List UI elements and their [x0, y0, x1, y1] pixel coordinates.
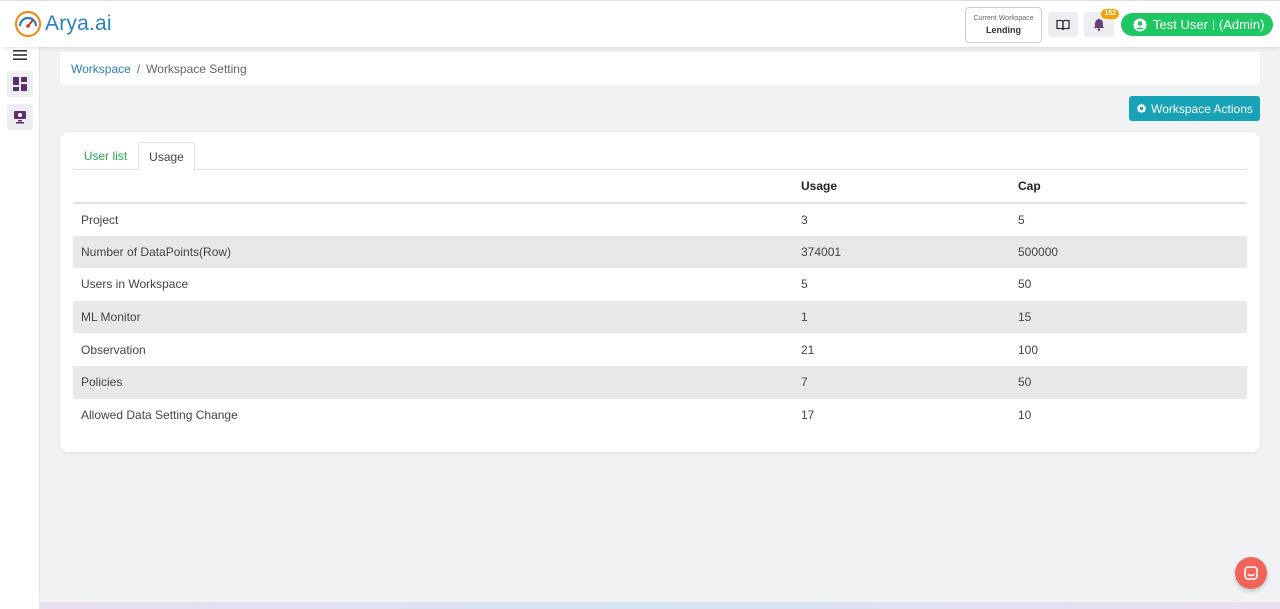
workspace-name: Lending — [986, 25, 1021, 35]
bell-icon — [1093, 19, 1105, 31]
column-header-name — [73, 170, 793, 204]
sidebar-toggle[interactable] — [11, 47, 29, 65]
breadcrumb-workspace-link[interactable]: Workspace — [71, 62, 131, 76]
row-usage: 374001 — [793, 235, 1010, 269]
table-row: Number of DataPoints(Row) 374001 500000 — [73, 235, 1247, 269]
row-name: Number of DataPoints(Row) — [73, 235, 793, 269]
workspace-actions-label: Workspace Actions — [1151, 101, 1253, 116]
hamburger-menu-icon — [13, 50, 27, 60]
tab-bar: User list Usage — [73, 142, 1247, 171]
user-menu-button[interactable]: Test User (Admin) — [1121, 13, 1273, 36]
row-usage: 1 — [793, 300, 1010, 334]
bottom-strip — [0, 602, 1280, 609]
row-usage: 7 — [793, 365, 1010, 399]
dashboard-icon — [13, 77, 27, 91]
row-name: Project — [81, 212, 119, 227]
table-row: Users in Workspace 5 50 — [73, 268, 1247, 301]
table-header-row: Usage Cap — [73, 170, 1247, 204]
tab-usage[interactable]: Usage — [138, 142, 195, 171]
brand-name: Arya.ai — [45, 12, 112, 35]
column-header-cap: Cap — [1010, 170, 1247, 204]
sidebar-item-dashboard[interactable] — [7, 71, 33, 97]
chat-launcher-button[interactable] — [1235, 557, 1267, 589]
current-workspace-selector[interactable]: Current Workspace Lending — [965, 7, 1042, 43]
docs-button[interactable] — [1048, 12, 1078, 37]
notification-count-badge: 152 — [1101, 9, 1119, 19]
table-row: Policies 7 50 — [73, 365, 1247, 399]
table-row: Project 3 5 — [73, 203, 1247, 236]
top-navbar: Arya.ai Current Workspace Lending 152 Te… — [0, 0, 1280, 47]
chat-icon — [1244, 566, 1258, 580]
row-usage: 3 — [801, 212, 808, 227]
row-usage: 17 — [801, 407, 815, 422]
breadcrumb-current: Workspace Setting — [146, 61, 247, 76]
row-cap: 10 — [1018, 407, 1032, 422]
breadcrumb: Workspace / Workspace Setting — [60, 52, 1260, 85]
user-role: (Admin) — [1218, 17, 1265, 32]
left-sidebar — [0, 47, 40, 609]
brand-logo[interactable]: Arya.ai — [14, 10, 112, 38]
sidebar-item-monitor[interactable] — [7, 104, 33, 130]
arya-logo-icon — [14, 10, 42, 38]
table-row: Allowed Data Setting Change 17 10 — [73, 399, 1247, 432]
row-name: Observation — [81, 342, 146, 357]
row-name: Users in Workspace — [81, 277, 189, 292]
usage-table: Usage Cap Project 3 5 Number of DataPoin… — [73, 170, 1247, 431]
row-cap: 50 — [1018, 277, 1032, 292]
tab-user-list[interactable]: User list — [73, 142, 138, 170]
row-name: Allowed Data Setting Change — [81, 407, 238, 422]
user-circle-icon — [1133, 18, 1147, 31]
row-cap: 5 — [1018, 212, 1025, 227]
workspace-label: Current Workspace — [973, 15, 1034, 22]
workspace-actions-button[interactable]: Workspace Actions — [1129, 96, 1260, 121]
row-cap: 500000 — [1010, 235, 1247, 269]
row-usage: 5 — [801, 277, 808, 292]
row-usage: 21 — [801, 342, 815, 357]
user-name: Test User — [1153, 17, 1208, 32]
book-icon — [1056, 19, 1070, 30]
row-name: Policies — [73, 365, 793, 399]
usage-card: User list Usage Usage Cap Project 3 5 Nu… — [60, 132, 1260, 452]
gear-icon — [1136, 103, 1147, 114]
row-cap: 100 — [1018, 342, 1039, 357]
table-row: Observation 21 100 — [73, 333, 1247, 366]
notifications-button[interactable]: 152 — [1084, 9, 1119, 37]
breadcrumb-separator: / — [136, 61, 141, 76]
user-divider — [1212, 19, 1214, 30]
row-name: ML Monitor — [73, 300, 793, 334]
table-row: ML Monitor 1 15 — [73, 300, 1247, 334]
column-header-usage: Usage — [793, 170, 1010, 204]
model-monitor-icon — [14, 111, 26, 124]
row-cap: 50 — [1010, 365, 1247, 399]
row-cap: 15 — [1010, 300, 1247, 334]
